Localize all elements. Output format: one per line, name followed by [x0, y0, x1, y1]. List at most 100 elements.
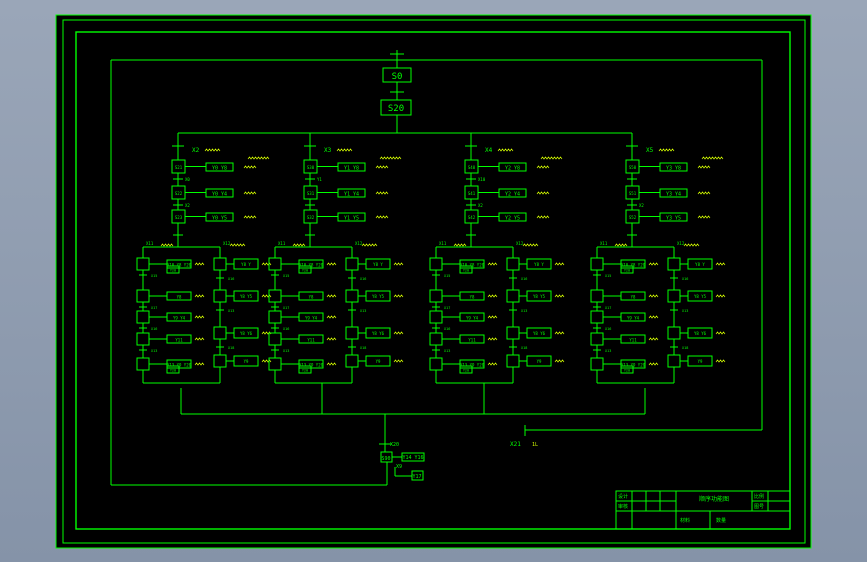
drawing-sheet — [55, 14, 812, 549]
sub-transition-label: X13 — [283, 349, 289, 353]
sub-action-label: Y11 — [468, 338, 476, 343]
sub-action-label: Y11 — [307, 338, 315, 343]
sub-action-label: Y8 Y5 — [240, 294, 253, 299]
sub-action-label: Y8 — [177, 295, 182, 300]
sub-action-label: Y8 Y — [241, 262, 251, 267]
branch-condition: X5 — [646, 147, 654, 154]
final-action-label: Y14 Y16 — [402, 455, 423, 461]
left-condition: X11 — [146, 241, 154, 246]
sub-transition-label: X15 — [444, 274, 450, 278]
sub-transition-label: X16 — [521, 277, 527, 281]
title-label-2: 审核 — [618, 503, 628, 510]
sub-extra-label: Y20 — [170, 269, 176, 273]
sub-action-label: Y9 — [376, 359, 381, 364]
step-label: S23 — [175, 215, 183, 220]
step-label: S51 — [629, 191, 637, 196]
sub-transition-label: X13 — [605, 349, 611, 353]
title-label-5: 材料 — [680, 517, 690, 524]
action-label: Y3 Y5 — [666, 216, 681, 222]
sub-action-label: Y8 Y5 — [372, 294, 385, 299]
action-label: Y1 Y4 — [344, 192, 359, 198]
step-label: S30 — [307, 165, 315, 170]
step-label: S31 — [307, 191, 315, 196]
action-label: Y1 Y5 — [344, 216, 359, 222]
sub-transition-label: X13 — [228, 309, 234, 313]
sub-transition-label: X16 — [360, 277, 366, 281]
sub-transition-label: X16 — [228, 277, 234, 281]
sub-extra-label: Y20 — [170, 369, 176, 373]
sub-transition-label: X17 — [283, 306, 289, 310]
transition-label: X2 — [185, 203, 190, 208]
title-label-6: 数量 — [716, 517, 726, 524]
cad-drawing-view[interactable]: S0 S20 X2 S21 Y0 Y8 X0 S22 Y0 Y4 X2 S23 Y0 Y5 X11… — [0, 0, 867, 562]
sub-transition-label: X16 — [283, 327, 289, 331]
sub-action-label: Y9 — [537, 359, 542, 364]
sub-transition-label: X16 — [605, 327, 611, 331]
transition-label: Y1 — [317, 177, 322, 182]
final-cond-note: 1L — [532, 442, 538, 448]
final-cond-top: X20 — [390, 442, 399, 448]
sub-action-label: Y8 Y6 — [533, 331, 546, 336]
action-label: Y2 Y4 — [505, 192, 520, 198]
initial-step-label: S0 — [392, 72, 403, 82]
sub-transition-label: X18 — [682, 346, 688, 350]
sub-transition-label: X15 — [151, 274, 157, 278]
sub-transition-label: X15 — [605, 274, 611, 278]
action-label: Y3 Y8 — [666, 166, 681, 172]
sub-action-label: Y8 Y5 — [694, 294, 707, 299]
action-label: Y2 Y5 — [505, 216, 520, 222]
right-condition: X12 — [223, 241, 231, 246]
transition-label: X2 — [639, 203, 644, 208]
sub-action-label: Y9 — [698, 359, 703, 364]
step-label: S40 — [468, 165, 476, 170]
sub-action-label: Y9 Y4 — [173, 316, 186, 321]
sub-transition-label: X13 — [151, 349, 157, 353]
action-label: Y0 Y4 — [212, 192, 227, 198]
branch-condition: X2 — [192, 147, 200, 154]
right-condition: X12 — [355, 241, 363, 246]
transition-label: X0 — [185, 177, 190, 182]
action-label: Y0 Y5 — [212, 216, 227, 222]
sub-action-label: Y9 Y4 — [466, 316, 479, 321]
sub-action-label: Y8 Y5 — [533, 294, 546, 299]
sub-action-label: Y8 Y — [534, 262, 544, 267]
sub-transition-label: X13 — [360, 309, 366, 313]
sub-transition-label: X18 — [360, 346, 366, 350]
title-label-1: 设计 — [618, 493, 628, 500]
sub-action-label: Y8 — [631, 295, 636, 300]
right-condition: X12 — [677, 241, 685, 246]
sub-transition-label: X16 — [444, 327, 450, 331]
sub-transition-label: X17 — [151, 306, 157, 310]
sub-extra-label: Y20 — [463, 269, 469, 273]
step-label: S32 — [307, 215, 315, 220]
step-s20-label: S20 — [388, 104, 404, 114]
step-label: S50 — [629, 165, 637, 170]
step-label: S21 — [175, 165, 183, 170]
sub-extra-label: Y20 — [463, 369, 469, 373]
transition-label: X10 — [478, 177, 486, 182]
action-label: Y0 Y8 — [212, 166, 227, 172]
branch-condition: X4 — [485, 147, 493, 154]
title-label-3: 比例 — [754, 493, 764, 500]
sub-transition-label: X13 — [444, 349, 450, 353]
sub-transition-label: X16 — [151, 327, 157, 331]
sub-extra-label: Y20 — [624, 369, 630, 373]
step-label: S41 — [468, 191, 476, 196]
sub-transition-label: X15 — [283, 274, 289, 278]
final-sub-action: Y17 — [412, 474, 421, 480]
sub-action-label: Y8 Y6 — [694, 331, 707, 336]
step-label: S42 — [468, 215, 476, 220]
sub-action-label: Y8 — [309, 295, 314, 300]
title-label-4: 图号 — [754, 504, 764, 510]
final-cond-after: X9 — [396, 464, 402, 470]
left-condition: X11 — [439, 241, 447, 246]
sub-extra-label: Y20 — [302, 369, 308, 373]
sub-transition-label: X13 — [682, 309, 688, 313]
sub-action-label: Y11 — [629, 338, 637, 343]
sub-extra-label: Y20 — [624, 269, 630, 273]
sub-transition-label: X13 — [521, 309, 527, 313]
final-cond-label: X21 — [510, 441, 521, 448]
sub-transition-label: X17 — [444, 306, 450, 310]
sub-transition-label: X17 — [605, 306, 611, 310]
sub-action-label: Y9 Y4 — [627, 316, 640, 321]
